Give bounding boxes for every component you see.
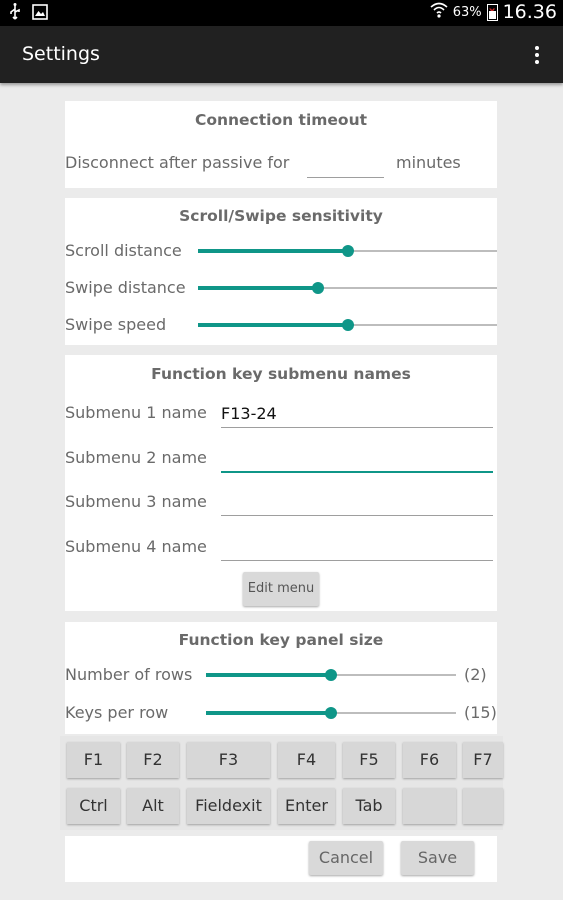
slider-thumb[interactable] bbox=[341, 245, 354, 257]
overflow-menu-icon[interactable] bbox=[529, 41, 545, 69]
connection-timeout-title: Connection timeout bbox=[194, 111, 368, 129]
minutes-label: minutes bbox=[396, 153, 461, 172]
page-title: Settings bbox=[22, 43, 100, 65]
key-tab[interactable]: Tab bbox=[343, 788, 395, 824]
sensitivity-card: Scroll/Swipe sensitivity Scroll distance… bbox=[65, 198, 497, 345]
key-f7[interactable]: F7 bbox=[463, 742, 503, 778]
wifi-icon bbox=[430, 2, 448, 22]
edit-menu-button[interactable]: Edit menu bbox=[243, 572, 319, 606]
usb-icon bbox=[8, 3, 22, 26]
submenu-1-value: F13-24 bbox=[221, 404, 277, 423]
key-f6[interactable]: F6 bbox=[403, 742, 456, 778]
key-ctrl[interactable]: Ctrl bbox=[67, 788, 120, 824]
key-empty-1[interactable] bbox=[403, 788, 456, 824]
submenu-3-input[interactable] bbox=[221, 485, 493, 516]
submenu-1-input[interactable]: F13-24 bbox=[221, 397, 493, 428]
clock: 16.36 bbox=[502, 1, 557, 23]
actions-card: Cancel Save bbox=[65, 836, 497, 882]
slider-thumb[interactable] bbox=[311, 282, 324, 294]
swipe-speed-label: Swipe speed bbox=[65, 315, 167, 334]
submenu-4-label: Submenu 4 name bbox=[65, 537, 207, 556]
submenu-2-label: Submenu 2 name bbox=[65, 448, 207, 467]
submenu-1-label: Submenu 1 name bbox=[65, 403, 207, 422]
keys-per-row-value: (15) bbox=[464, 703, 497, 722]
panel-size-title: Function key panel size bbox=[178, 631, 384, 649]
submenu-names-card: Function key submenu names Submenu 1 nam… bbox=[65, 355, 497, 611]
battery-percent: 63% bbox=[452, 4, 482, 20]
key-empty-2[interactable] bbox=[463, 788, 503, 824]
timeout-minutes-input[interactable] bbox=[307, 149, 384, 178]
save-button[interactable]: Save bbox=[401, 841, 474, 875]
submenu-names-title: Function key submenu names bbox=[151, 365, 411, 383]
connection-timeout-card: Connection timeout Disconnect after pass… bbox=[65, 101, 497, 188]
keys-per-row-slider[interactable] bbox=[206, 703, 456, 723]
key-fieldexit[interactable]: Fieldexit bbox=[187, 788, 270, 824]
cancel-button[interactable]: Cancel bbox=[309, 841, 383, 875]
slider-thumb[interactable] bbox=[341, 319, 354, 331]
sensitivity-title: Scroll/Swipe sensitivity bbox=[179, 207, 383, 225]
key-alt[interactable]: Alt bbox=[127, 788, 179, 824]
key-f2[interactable]: F2 bbox=[127, 742, 179, 778]
scroll-distance-label: Scroll distance bbox=[65, 241, 182, 260]
function-key-panel: F1 F2 F3 F4 F5 F6 F7 Ctrl Alt Fieldexit … bbox=[60, 736, 503, 830]
number-of-rows-label: Number of rows bbox=[65, 665, 193, 684]
submenu-4-input[interactable] bbox=[221, 530, 493, 561]
key-enter[interactable]: Enter bbox=[278, 788, 335, 824]
status-bar: 63% x 16.36 bbox=[0, 0, 563, 26]
slider-thumb[interactable] bbox=[325, 707, 337, 719]
key-f4[interactable]: F4 bbox=[278, 742, 335, 778]
image-icon bbox=[32, 4, 48, 25]
number-of-rows-value: (2) bbox=[464, 665, 487, 684]
scroll-distance-slider[interactable] bbox=[198, 241, 497, 261]
disconnect-label: Disconnect after passive for bbox=[65, 153, 290, 172]
slider-thumb[interactable] bbox=[325, 669, 337, 681]
submenu-2-input[interactable] bbox=[221, 441, 493, 473]
number-of-rows-slider[interactable] bbox=[206, 665, 456, 685]
key-f1[interactable]: F1 bbox=[67, 742, 120, 778]
swipe-distance-label: Swipe distance bbox=[65, 278, 186, 297]
panel-size-card: Function key panel size Number of rows (… bbox=[65, 622, 497, 734]
swipe-speed-slider[interactable] bbox=[198, 315, 497, 335]
app-bar: Settings bbox=[0, 26, 563, 83]
battery-icon: x bbox=[486, 3, 498, 21]
keys-per-row-label: Keys per row bbox=[65, 703, 169, 722]
submenu-3-label: Submenu 3 name bbox=[65, 492, 207, 511]
swipe-distance-slider[interactable] bbox=[198, 278, 497, 298]
key-f3[interactable]: F3 bbox=[187, 742, 270, 778]
key-f5[interactable]: F5 bbox=[343, 742, 395, 778]
